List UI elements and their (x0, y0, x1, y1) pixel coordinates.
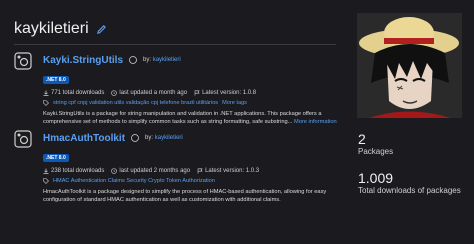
tag-list[interactable]: HMAC Authentication Claims Security Cryp… (53, 178, 215, 184)
author-link[interactable]: kaykiletieri (153, 57, 181, 63)
latest-version: Latest version: 1.0.8 (202, 89, 257, 96)
profile-username: kaykiletieri (14, 20, 89, 37)
verified-badge-icon (131, 134, 139, 142)
downloads-stat: 1.009 Total downloads of packages (358, 170, 466, 195)
packages-stat: 2 Packages (358, 131, 393, 156)
packages-label: Packages (358, 147, 394, 156)
package-description: Kayki.StringUtils is a package for strin… (43, 110, 339, 126)
package-icon (14, 52, 32, 70)
flag-icon (194, 90, 200, 95)
clock-icon (111, 89, 118, 96)
edit-pencil-icon[interactable] (96, 24, 107, 35)
package-tags: HMAC Authentication Claims Security Cryp… (43, 177, 339, 185)
by-label: by: (143, 57, 152, 63)
download-count: 771 total downloads (51, 89, 105, 96)
download-icon (43, 90, 49, 96)
tag-icon (43, 100, 49, 106)
downloads-count: 1.009 (358, 170, 394, 186)
latest-version: Latest version: 1.0.3 (205, 167, 260, 174)
tag-list[interactable]: string cpf cnpj validation utils validaç… (53, 100, 218, 106)
package-title-link[interactable]: Kayki.StringUtils (43, 55, 123, 66)
description-text: Kayki.StringUtils is a package for strin… (43, 111, 322, 125)
download-icon (43, 168, 49, 174)
profile-avatar (357, 13, 462, 118)
package-meta: 771 total downloads last updated a month… (43, 88, 339, 97)
package-tags: string cpf cnpj validation utils validaç… (43, 99, 339, 107)
header-divider (14, 44, 336, 45)
packages-count: 2 (358, 131, 366, 147)
package-author: by: kaykiletieri (143, 57, 181, 63)
package-card-stringutils: Kayki.StringUtils by: kaykiletieri .NET … (14, 52, 339, 126)
author-link[interactable]: kaykiletieri (155, 135, 183, 141)
downloads-label: Total downloads of packages (358, 186, 461, 195)
flag-icon (197, 168, 203, 173)
last-updated: last updated 2 months ago (119, 167, 191, 174)
package-author: by: kaykiletieri (145, 135, 183, 141)
framework-badge[interactable]: .NET 8.0 (43, 76, 69, 84)
profile-header: kaykiletieri (14, 20, 107, 38)
framework-badge[interactable]: .NET 8.0 (43, 154, 69, 162)
tag-icon (43, 178, 49, 184)
package-description: HmacAuthToolkit is a package designed to… (43, 188, 339, 204)
verified-badge-icon (129, 56, 137, 64)
by-label: by: (145, 135, 154, 141)
download-count: 238 total downloads (51, 167, 105, 174)
more-tags-link[interactable]: More tags (222, 100, 247, 106)
more-information-link[interactable]: More information (294, 119, 337, 125)
package-meta: 238 total downloads last updated 2 month… (43, 166, 339, 175)
package-card-hmacauthtoolkit: HmacAuthToolkit by: kaykiletieri .NET 8.… (14, 130, 339, 203)
package-icon (14, 130, 32, 148)
package-title-link[interactable]: HmacAuthToolkit (43, 133, 125, 144)
avatar-image (357, 13, 462, 118)
last-updated: last updated a month ago (119, 89, 188, 96)
description-text: HmacAuthToolkit is a package designed to… (43, 189, 327, 203)
clock-icon (111, 167, 118, 174)
